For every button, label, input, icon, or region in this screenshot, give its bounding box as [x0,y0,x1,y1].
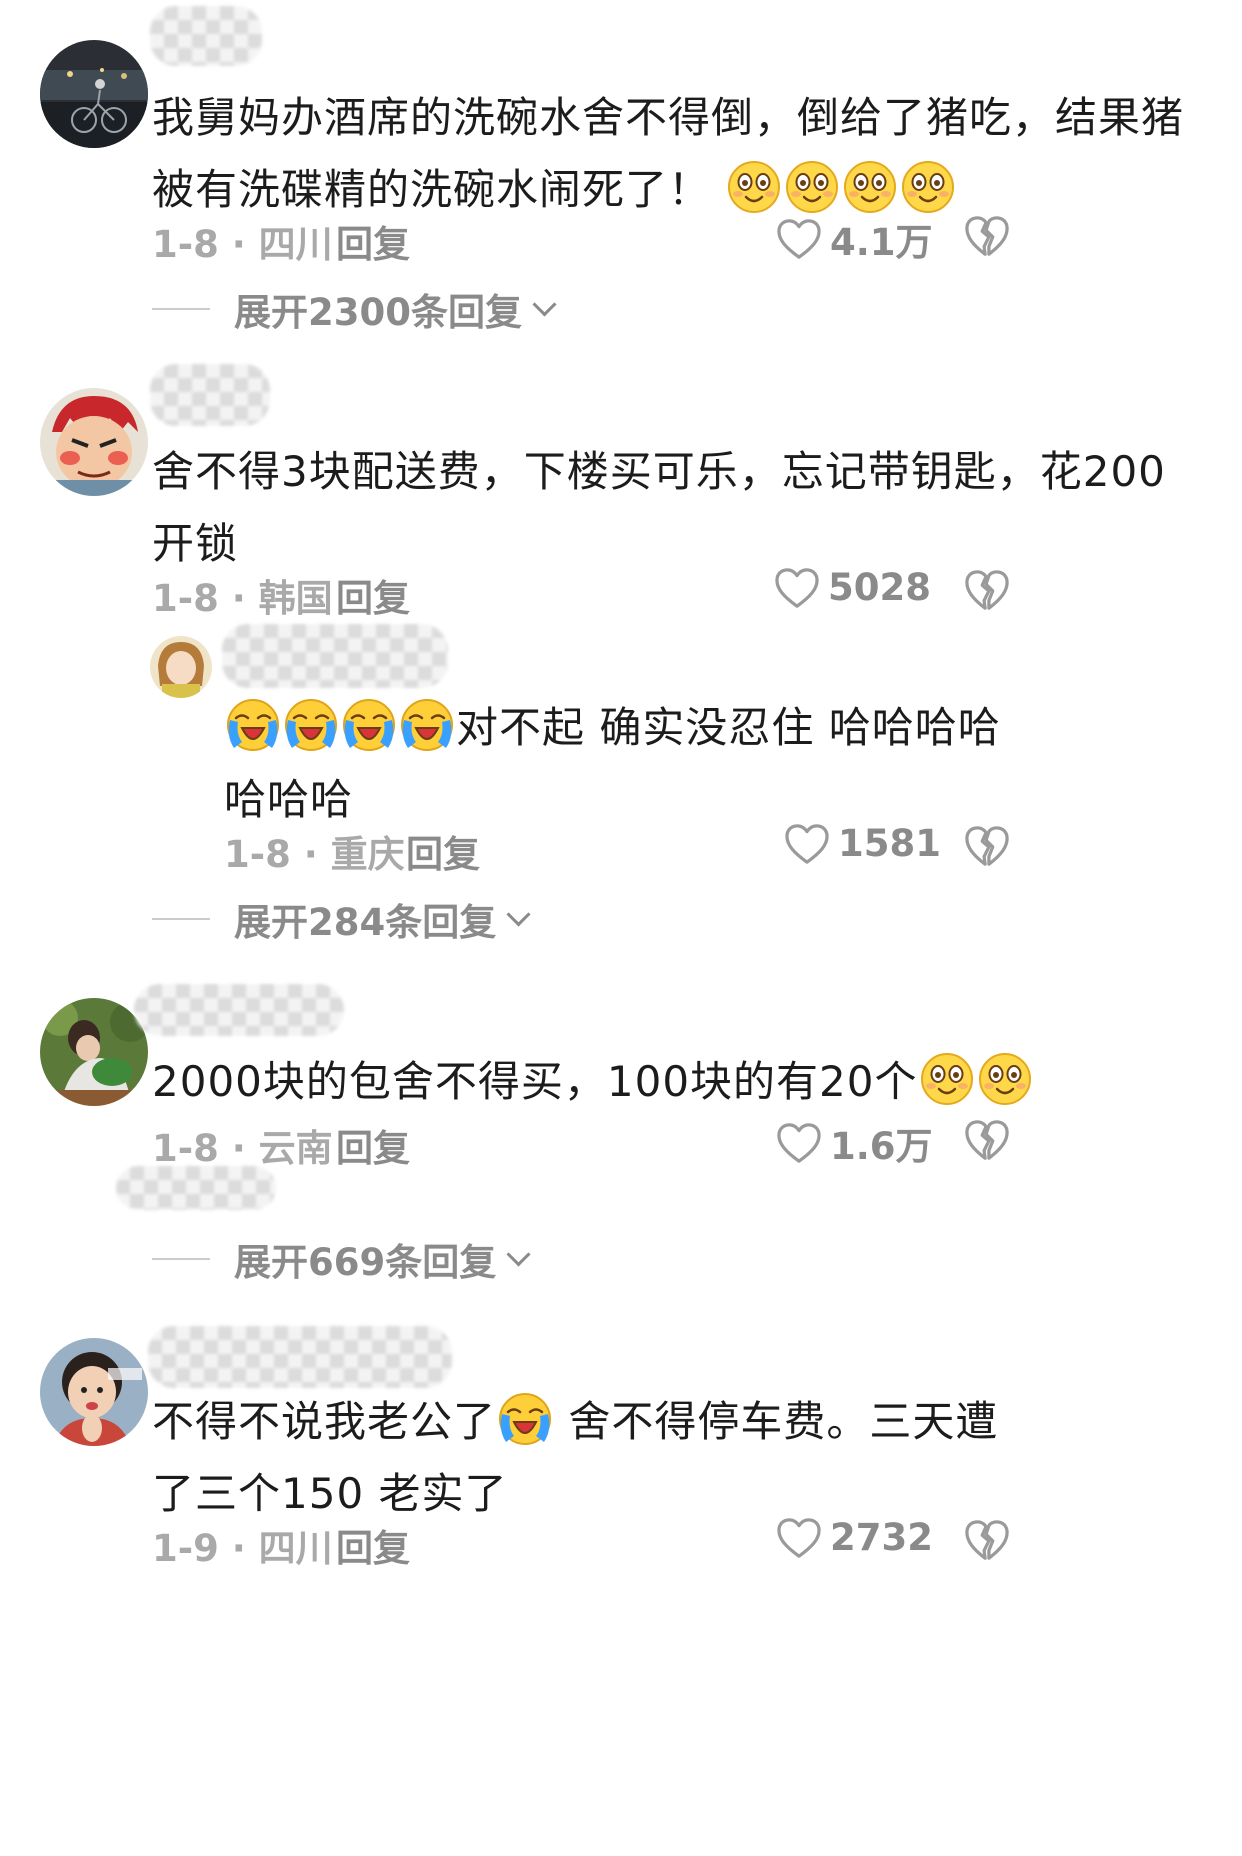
smile-emoji [727,160,781,214]
broken-heart-icon [964,1118,1010,1162]
like-count: 4.1万 [830,221,933,264]
comment-date-location: 1-8 · 云南 [152,1127,333,1170]
avatar-image [40,998,148,1106]
username-blurred[interactable] [134,984,344,1036]
reply-text: 对不起 确实没忍住 哈哈哈哈哈哈哈 [224,692,1004,836]
smile-emoji [843,160,897,214]
reply-button[interactable]: 回复 [406,824,480,878]
username-blurred[interactable] [222,624,448,688]
reply-button[interactable]: 回复 [336,1518,410,1572]
avatar-image [40,1338,148,1446]
chevron-down-icon [506,901,531,927]
username-blurred[interactable] [148,1326,452,1388]
comment-text-content: 我舅妈办酒席的洗碗水舍不得倒，倒给了猪吃，结果猪被有洗碟精的洗碗水闹死了！ [152,93,1185,214]
broken-heart-icon [964,214,1010,258]
comment-text: 我舅妈办酒席的洗碗水舍不得倒，倒给了猪吃，结果猪被有洗碟精的洗碗水闹死了！ [152,82,1212,226]
comment-text: 舍不得3块配送费，下楼买可乐，忘记带钥匙，花200开锁 [152,447,1166,568]
divider-line [152,918,210,920]
broken-heart-icon [964,824,1010,868]
dislike-button[interactable] [964,824,1010,868]
heart-icon [776,1122,822,1164]
dislike-button[interactable] [964,214,1010,258]
broken-heart-icon [964,1518,1010,1562]
comment-text: 不得不说我老公了 舍不得停车费。三天遭了三个150 老实了 [152,1386,1012,1530]
divider-line [152,308,210,310]
avatar[interactable] [40,1338,148,1446]
comment-date-location: 1-9 · 四川 [152,1527,333,1570]
heart-icon [776,218,822,260]
like-button[interactable]: 4.1万 [776,212,933,266]
comment-date-location: 1-8 · 重庆 [224,833,405,876]
reply-button[interactable]: 回复 [336,214,410,268]
username-blurred[interactable] [150,6,262,66]
comment-text-content: 2000块的包舍不得买，100块的有20个 [152,1057,918,1106]
expand-replies-button[interactable]: 展开669条回复 [152,1232,531,1286]
expand-replies-label: 展开284条回复 [234,901,497,944]
reply-text-content: 对不起 确实没忍住 哈哈哈哈哈哈哈 [224,703,1001,824]
chevron-down-icon [506,1241,531,1267]
crying-emoji [284,698,338,752]
smile-emoji [785,160,839,214]
like-count: 1581 [838,822,941,865]
avatar-image [40,40,148,148]
crying-emoji [400,698,454,752]
dislike-button[interactable] [964,1518,1010,1562]
comment-date-location: 1-8 · 四川 [152,223,333,266]
like-button[interactable]: 1.6万 [776,1116,933,1170]
crying-emoji [342,698,396,752]
like-count: 5028 [828,566,931,609]
heart-icon [774,567,820,609]
crying-emoji [498,1392,552,1446]
like-count: 1.6万 [830,1125,933,1168]
blurred-reply-preview [116,1166,276,1210]
avatar-image [150,636,212,698]
comment-date-location: 1-8 · 韩国 [152,577,333,620]
smile-emoji [920,1052,974,1106]
divider-line [152,1258,210,1260]
like-button[interactable]: 5028 [774,566,931,609]
reply-button[interactable]: 回复 [336,568,410,622]
crying-emoji [226,698,280,752]
expand-replies-label: 展开2300条回复 [234,291,522,334]
like-button[interactable]: 2732 [776,1516,933,1559]
heart-icon [784,823,830,865]
like-count: 2732 [830,1516,933,1559]
reply-avatar[interactable] [150,636,212,698]
smile-emoji [901,160,955,214]
avatar[interactable] [40,388,148,496]
heart-icon [776,1517,822,1559]
comment-text-before: 不得不说我老公了 [152,1397,497,1446]
username-blurred[interactable] [150,364,270,426]
avatar[interactable] [40,998,148,1106]
avatar[interactable] [40,40,148,148]
dislike-button[interactable] [964,568,1010,612]
expand-replies-button[interactable]: 展开2300条回复 [152,282,557,336]
smile-emoji [978,1052,1032,1106]
avatar-image [40,388,148,496]
reply-button[interactable]: 回复 [336,1118,410,1172]
like-button[interactable]: 1581 [784,822,941,865]
comment-text: 2000块的包舍不得买，100块的有20个 [152,1046,1212,1118]
expand-replies-button[interactable]: 展开284条回复 [152,892,531,946]
chevron-down-icon [532,291,557,317]
dislike-button[interactable] [964,1118,1010,1162]
broken-heart-icon [964,568,1010,612]
expand-replies-label: 展开669条回复 [234,1241,497,1284]
